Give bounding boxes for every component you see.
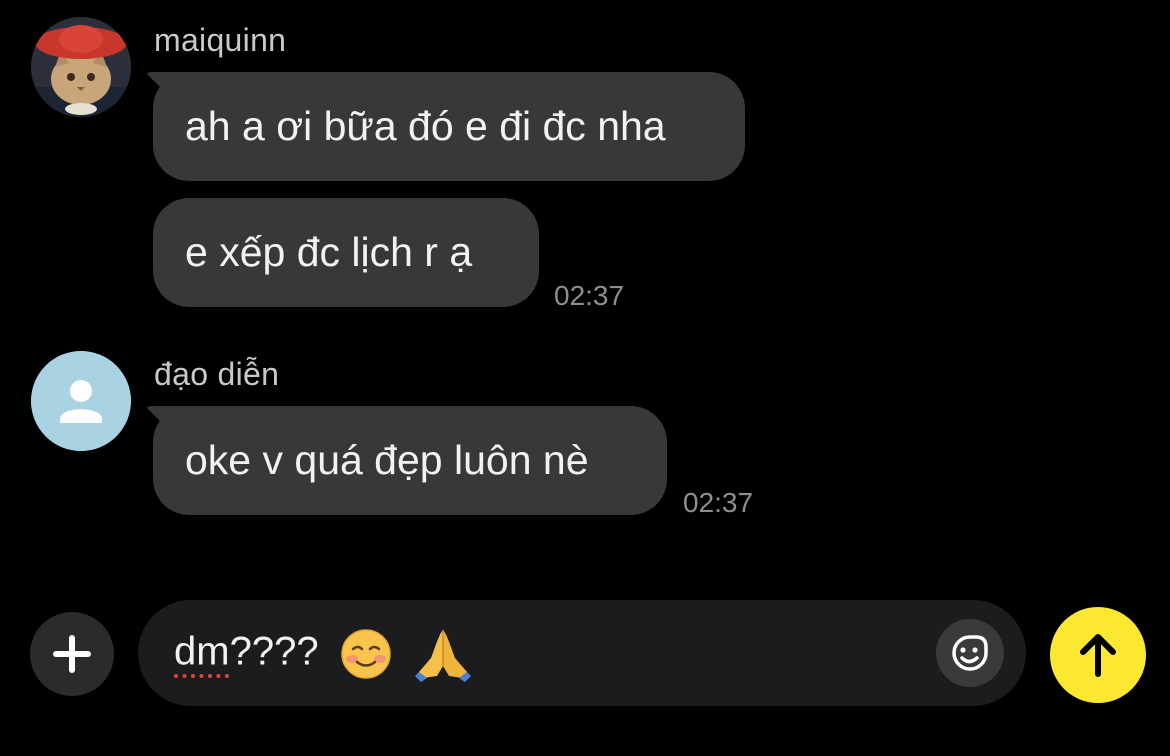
message-bubble[interactable]: oke v quá đẹp luôn nè — [153, 406, 667, 515]
avatar-dao-dien[interactable] — [31, 351, 131, 451]
cat-avatar-photo — [31, 17, 131, 117]
message-text: oke v quá đẹp luôn nè — [185, 437, 589, 483]
attach-button[interactable] — [30, 612, 114, 696]
sticker-button[interactable] — [936, 619, 1004, 687]
message-input-text[interactable]: dm???? — [174, 626, 473, 682]
default-user-avatar-icon — [31, 351, 131, 451]
message-text: e xếp đc lịch r ạ — [185, 229, 473, 275]
plus-icon — [53, 635, 91, 673]
input-text-rest: ???? — [229, 629, 319, 674]
avatar-maiquinn[interactable] — [31, 17, 131, 117]
message-timestamp: 02:37 — [683, 487, 754, 518]
sender-name: đạo diễn — [154, 356, 280, 392]
folded-hands-emoji — [414, 630, 471, 682]
sticker-smile-icon — [952, 635, 988, 671]
message-timestamp: 02:37 — [554, 280, 625, 311]
arrow-up-icon — [1080, 634, 1116, 677]
smiling-face-emoji — [340, 629, 391, 679]
message-input[interactable]: dm???? — [138, 600, 1026, 706]
send-button[interactable] — [1050, 607, 1146, 703]
message-bubble[interactable]: e xếp đc lịch r ạ — [153, 198, 539, 307]
message-text: ah a ơi bữa đó e đi đc nha — [185, 103, 666, 149]
misspelled-word: dm — [174, 629, 230, 674]
sender-name: maiquinn — [154, 22, 287, 58]
chat-screen: maiquinn ah a ơi bữa đó e đi đc nha e xế… — [0, 0, 1170, 756]
message-bubble[interactable]: ah a ơi bữa đó e đi đc nha — [153, 72, 745, 181]
